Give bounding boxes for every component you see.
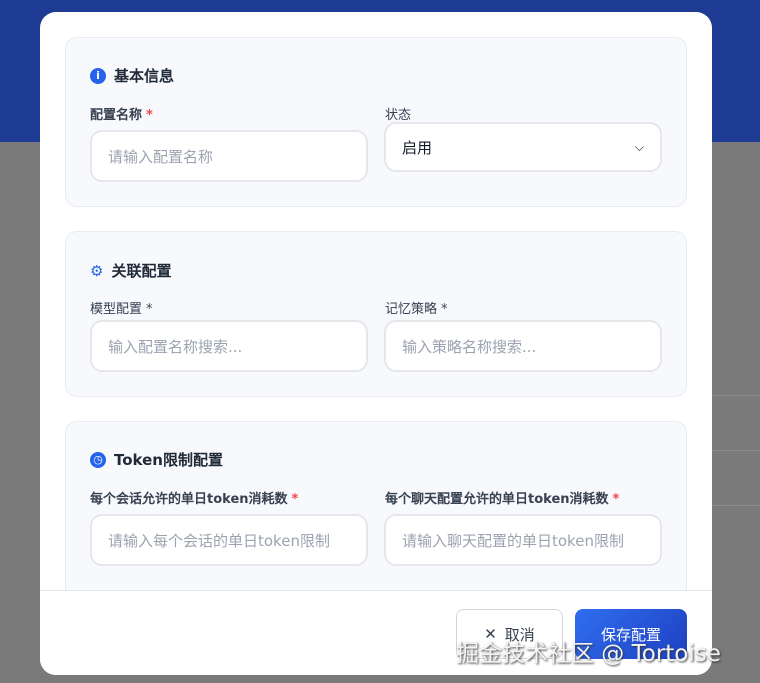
info-icon: i [90, 67, 106, 84]
status-value: 启用 [402, 138, 433, 157]
background-divider [712, 450, 760, 451]
memory-search-input[interactable]: 输入策略名称搜索... [384, 320, 662, 372]
background-divider [712, 395, 760, 396]
gears-icon: ⚙ [90, 261, 104, 280]
gauge-icon: ◷ [90, 451, 106, 468]
name-label: 配置名称 * [90, 108, 153, 123]
section-title-text: 关联配置 [111, 262, 172, 280]
section-title-text: 基本信息 [114, 67, 175, 85]
background-divider [712, 505, 760, 506]
model-label: 模型配置 * [90, 302, 153, 317]
watermark: 掘金技术社区 @ Tortoise [456, 641, 721, 667]
section-title-text: Token限制配置 [114, 451, 223, 469]
section-title: ◷ Token限制配置 [90, 449, 223, 470]
basic-info-section: i 基本信息 配置名称 * 请输入配置名称 状态 启用 ⌵ [65, 37, 687, 207]
session-token-label: 每个会话允许的单日token消耗数 * [90, 492, 299, 507]
token-section: ◷ Token限制配置 每个会话允许的单日token消耗数 * 请输入每个会话的单日… [65, 421, 687, 601]
memory-label: 记忆策略 * [385, 302, 448, 317]
chevron-down-icon: ⌵ [634, 139, 644, 154]
config-modal: i 基本信息 配置名称 * 请输入配置名称 状态 启用 ⌵ ⚙ 关联配置 模型配置 * 输… [40, 12, 712, 675]
section-title: i 基本信息 [90, 65, 174, 86]
model-search-input[interactable]: 输入配置名称搜索... [90, 320, 368, 372]
status-select[interactable]: 启用 ⌵ [384, 122, 662, 172]
session-token-input[interactable]: 请输入每个会话的单日token限制 [90, 514, 368, 566]
config-name-input[interactable]: 请输入配置名称 [90, 130, 368, 182]
chat-token-label: 每个聊天配置允许的单日token消耗数 * [385, 492, 620, 507]
relation-section: ⚙ 关联配置 模型配置 * 输入配置名称搜索... 记忆策略 * 输入策略名称搜索..… [65, 231, 687, 397]
section-title: ⚙ 关联配置 [90, 260, 171, 281]
status-label: 状态 [385, 108, 412, 123]
chat-token-input[interactable]: 请输入聊天配置的单日token限制 [384, 514, 662, 566]
